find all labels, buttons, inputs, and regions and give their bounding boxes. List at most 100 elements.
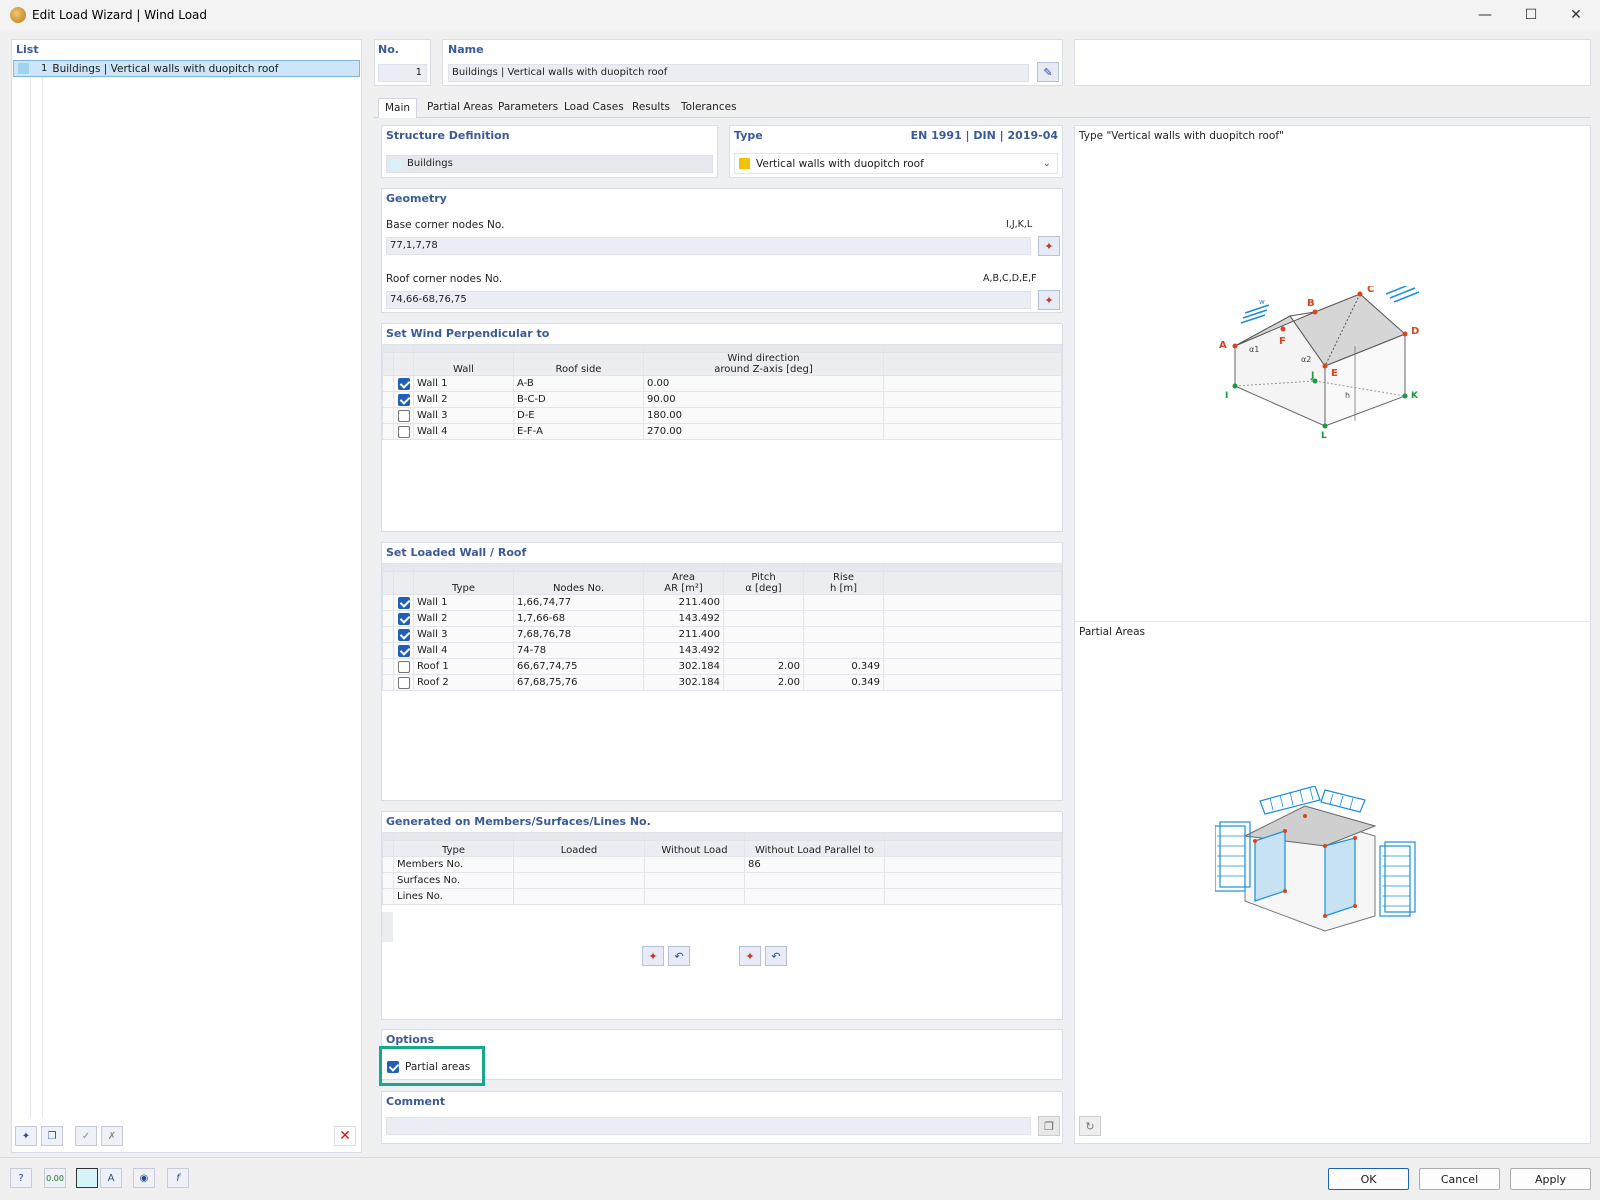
units-icon[interactable]: A xyxy=(100,1168,122,1188)
base-nodes-input[interactable]: 77,1,7,78 xyxy=(386,237,1031,255)
color-icon[interactable] xyxy=(76,1168,98,1188)
base-nodes-label: Base corner nodes No. xyxy=(386,219,504,231)
undo-icon[interactable]: ↶ xyxy=(765,946,787,966)
roof-nodes-input[interactable]: 74,66-68,76,75 xyxy=(386,291,1031,309)
alpha-label: α1 xyxy=(1249,345,1259,354)
wall-checkbox[interactable] xyxy=(398,426,410,438)
table-row: Members No.86 xyxy=(383,857,1062,873)
comment-panel: Comment ❐ xyxy=(381,1091,1063,1144)
partial-areas-caption: Partial Areas xyxy=(1079,626,1145,638)
chevron-down-icon[interactable]: ⌄ xyxy=(1043,158,1051,169)
app-icon xyxy=(10,7,26,23)
col-without-load: Without Load xyxy=(645,841,745,857)
type-standard: EN 1991 | DIN | 2019-04 xyxy=(911,129,1058,142)
building-diagram: A B C D E F I J K L α1 α2 h w w xyxy=(1215,286,1455,456)
minimize-button[interactable]: — xyxy=(1462,0,1508,30)
color-swatch-icon xyxy=(739,158,750,169)
list-item-label: Buildings | Vertical walls with duopitch… xyxy=(52,63,278,75)
tab-partial-areas[interactable]: Partial Areas xyxy=(421,98,499,118)
comment-title: Comment xyxy=(386,1095,445,1108)
name-field[interactable]: Buildings | Vertical walls with duopitch… xyxy=(448,64,1029,82)
wind-label: w xyxy=(1391,286,1397,288)
table-row: Wall 2B-C-D90.00 xyxy=(383,392,1062,408)
tree-line xyxy=(42,78,43,1118)
col-pitch: Pitchα [deg] xyxy=(724,572,804,595)
partial-areas-label: Partial areas xyxy=(405,1061,470,1073)
cancel-button[interactable]: Cancel xyxy=(1419,1168,1500,1190)
pick-nodes-icon[interactable]: ✦ xyxy=(1038,236,1060,256)
alpha-label: α2 xyxy=(1301,355,1311,364)
tab-tolerances[interactable]: Tolerances xyxy=(675,98,743,118)
options-panel: Options Partial areas xyxy=(381,1029,1063,1080)
table-row: Wall 3D-E180.00 xyxy=(383,408,1062,424)
tab-results[interactable]: Results xyxy=(626,98,676,118)
view-icon[interactable]: ◉ xyxy=(133,1168,155,1188)
node-label: C xyxy=(1367,286,1374,295)
name-label: Name xyxy=(448,43,484,56)
base-nodes-hint: I,J,K,L xyxy=(1006,219,1032,230)
type-title: Type xyxy=(734,129,763,142)
comment-library-icon[interactable]: ❐ xyxy=(1038,1116,1060,1136)
edit-name-icon[interactable]: ✎ xyxy=(1037,62,1059,82)
row-header-strip xyxy=(382,912,393,942)
col-nodes: Nodes No. xyxy=(514,572,644,595)
tab-main[interactable]: Main xyxy=(378,98,417,118)
decimal-icon[interactable]: 0.00 xyxy=(44,1168,66,1188)
refresh-preview-icon[interactable]: ↻ xyxy=(1079,1116,1101,1136)
delete-icon[interactable]: ✕ xyxy=(334,1126,356,1146)
comment-input[interactable] xyxy=(386,1117,1031,1135)
table-row: Wall 4E-F-A270.00 xyxy=(383,424,1062,440)
loaded-checkbox[interactable] xyxy=(398,629,410,641)
node-label: K xyxy=(1411,391,1419,401)
maximize-button[interactable]: ☐ xyxy=(1508,0,1554,30)
close-button[interactable]: ✕ xyxy=(1553,0,1599,30)
header-empty-panel xyxy=(1074,39,1591,86)
table-row: Surfaces No. xyxy=(383,873,1062,889)
node-label: D xyxy=(1411,326,1419,337)
table-row: Lines No. xyxy=(383,889,1062,905)
tab-parameters[interactable]: Parameters xyxy=(492,98,564,118)
col-without-load-parallel: Without Load Parallel to xyxy=(745,841,885,857)
copy-item-icon[interactable]: ❐ xyxy=(41,1126,63,1146)
type-caption: Type "Vertical walls with duopitch roof" xyxy=(1079,130,1284,142)
partial-areas-checkbox[interactable] xyxy=(387,1061,399,1073)
list-item[interactable]: 1 Buildings | Vertical walls with duopit… xyxy=(13,60,360,77)
table-row: Roof 166,67,74,75302.1842.000.349 xyxy=(383,659,1062,675)
loaded-checkbox[interactable] xyxy=(398,661,410,673)
pick-nodes-icon[interactable]: ✦ xyxy=(1038,290,1060,310)
table-row: Wall 21,7,66-68143.492 xyxy=(383,611,1062,627)
tree-line xyxy=(30,78,31,1118)
title-bar: Edit Load Wizard | Wind Load — ☐ ✕ xyxy=(0,0,1600,30)
pick-members-icon[interactable]: ✦ xyxy=(739,946,761,966)
loaded-checkbox[interactable] xyxy=(398,677,410,689)
col-loaded: Loaded xyxy=(514,841,645,857)
uncheck-all-icon[interactable]: ✗ xyxy=(101,1126,123,1146)
col-type: Type xyxy=(414,572,514,595)
type-select[interactable]: Vertical walls with duopitch roof ⌄ xyxy=(734,153,1058,174)
no-field[interactable]: 1 xyxy=(378,64,427,82)
col-roof-side: Roof side xyxy=(514,353,644,376)
node-label: E xyxy=(1331,368,1338,379)
color-swatch-icon xyxy=(390,159,401,170)
check-all-icon[interactable]: ✓ xyxy=(75,1126,97,1146)
tab-load-cases[interactable]: Load Cases xyxy=(558,98,630,118)
col-wind-direction: Wind directionaround Z-axis [deg] xyxy=(644,353,884,376)
function-icon[interactable]: f xyxy=(167,1168,189,1188)
undo-icon[interactable]: ↶ xyxy=(668,946,690,966)
wall-checkbox[interactable] xyxy=(398,410,410,422)
new-item-icon[interactable]: ✦ xyxy=(15,1126,37,1146)
loaded-checkbox[interactable] xyxy=(398,597,410,609)
node-label: F xyxy=(1279,336,1286,347)
loaded-checkbox[interactable] xyxy=(398,613,410,625)
wall-checkbox[interactable] xyxy=(398,378,410,390)
node-label: A xyxy=(1219,340,1227,351)
apply-button[interactable]: Apply xyxy=(1510,1168,1591,1190)
pick-members-icon[interactable]: ✦ xyxy=(642,946,664,966)
wall-checkbox[interactable] xyxy=(398,394,410,406)
ok-button[interactable]: OK xyxy=(1328,1168,1409,1190)
generated-title: Generated on Members/Surfaces/Lines No. xyxy=(386,815,651,828)
help-icon[interactable]: ? xyxy=(10,1168,32,1188)
loaded-checkbox[interactable] xyxy=(398,645,410,657)
node-label: L xyxy=(1321,431,1327,441)
list-header: List xyxy=(16,43,39,56)
